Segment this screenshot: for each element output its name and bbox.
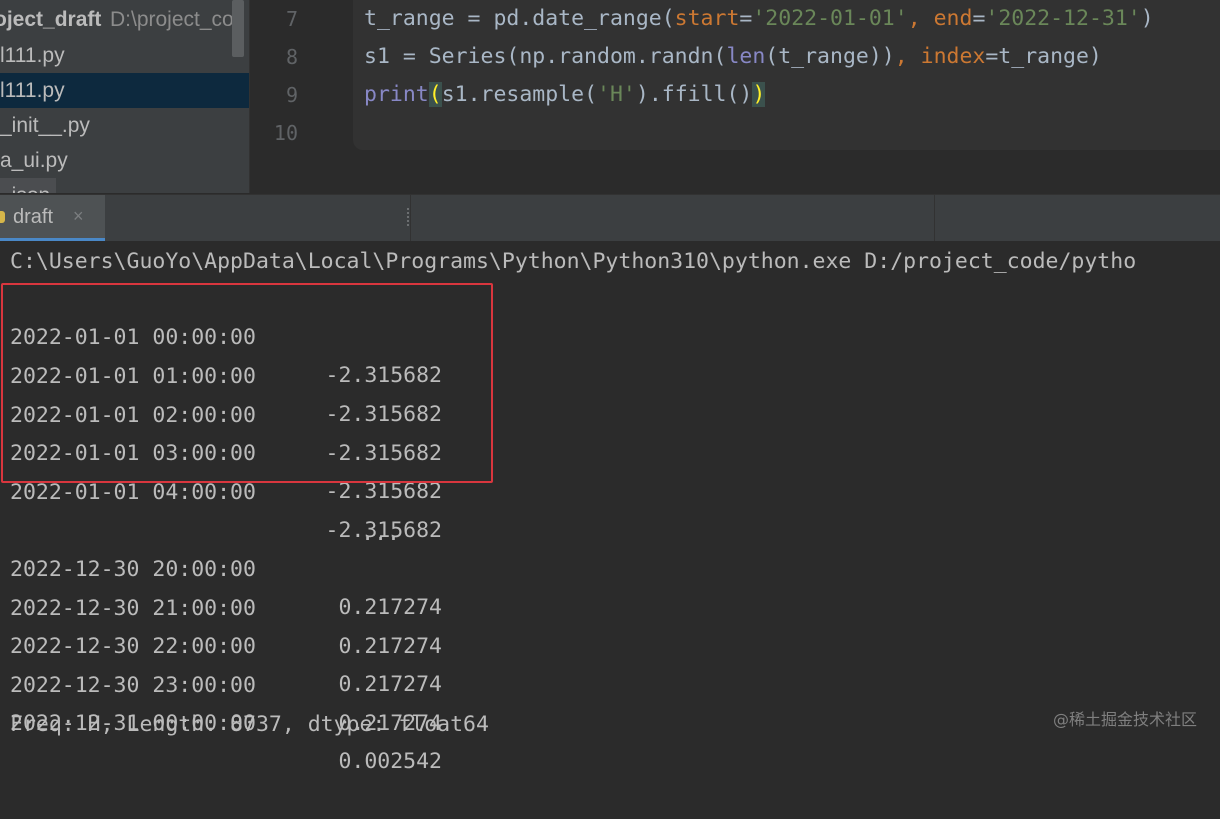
code-token: '2022-01-01' [752,6,908,31]
code-token: end [933,6,973,31]
code-token: ) [1140,6,1154,31]
code-token: ( [428,82,442,107]
run-console[interactable]: C:\Users\GuoYo\AppData\Local\Programs\Py… [0,241,1220,774]
project-root-name: oject_draft [0,8,102,31]
line-number: 10 [273,121,298,145]
tree-scrollbar[interactable] [232,0,244,57]
code-token: = [739,6,753,31]
tree-item-json[interactable]: _json [0,160,249,193]
console-command: C:\Users\GuoYo\AppData\Local\Programs\Py… [10,249,1137,274]
code-token: print [364,82,429,107]
row-value: 0.002542 [338,749,442,774]
code-token: index [920,44,986,69]
code-token: len [726,44,766,69]
watermark: @稀土掘金技术社区 [1052,710,1197,729]
code-token: 'H' [597,82,636,107]
code-editor[interactable]: 7 8 9 10 t_range = pd.date_range(start='… [250,0,1220,193]
code-token: s1.resample( [441,82,598,107]
project-tree: oject_draft D:\project_co l111.py l111.p… [0,0,249,193]
code-token: , [894,44,921,69]
ellipsis-text: ... [361,521,400,546]
code-line[interactable]: t_range = pd.date_range(start='2022-01-0… [364,0,1154,38]
code-token: s1 = Series(np.random.randn( [364,44,727,69]
code-token: (t_range)) [765,44,895,69]
python-icon [0,211,5,223]
run-tab-label: draft [13,206,54,228]
code-token: =t_range) [985,44,1102,69]
close-icon[interactable]: × [73,206,84,227]
project-root[interactable]: oject_draft D:\project_co [0,2,249,37]
code-token: ).ffill() [635,82,753,107]
code-token: '2022-12-31' [985,6,1141,31]
line-number: 8 [285,45,298,69]
run-toolbar: draft × [0,194,1220,242]
code-token: start [674,6,740,31]
toolbar-separator [410,195,411,241]
code-token: ) [752,82,766,107]
tree-item-file-selected[interactable]: l111.py [0,73,249,108]
code-token: , [907,6,934,31]
console-footer: Freq: H, Length: 8737, dtype: float64 [10,712,489,737]
toolbar-separator [934,195,935,241]
code-token: = [972,6,986,31]
highlight-annotation-box [1,283,493,483]
code-line[interactable]: print(s1.resample('H').ffill()) [364,76,766,114]
code-token: t_range = pd.date_range( [364,6,675,31]
tree-item-init[interactable]: _init__.py [0,108,249,143]
tree-item-label: l111.py [0,79,65,102]
line-number: 9 [285,83,298,107]
line-number: 7 [285,7,298,31]
project-root-path: D:\project_co [110,8,234,31]
tree-item-label: _json [0,178,57,193]
run-tab-draft[interactable]: draft × [0,195,105,241]
tree-item-label: l111.py [0,44,65,67]
code-line[interactable]: s1 = Series(np.random.randn(len(t_range)… [364,38,1102,76]
tree-item-file[interactable]: l111.py [0,38,249,73]
tree-item-label: _init__.py [0,114,90,137]
